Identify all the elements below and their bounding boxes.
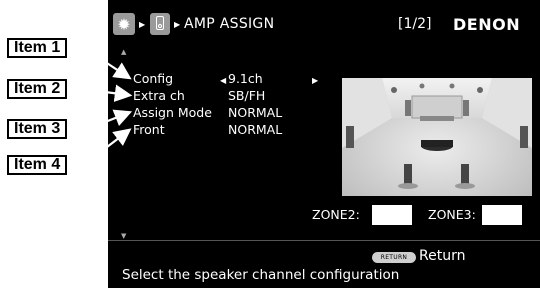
callout-arrows [89,51,133,161]
